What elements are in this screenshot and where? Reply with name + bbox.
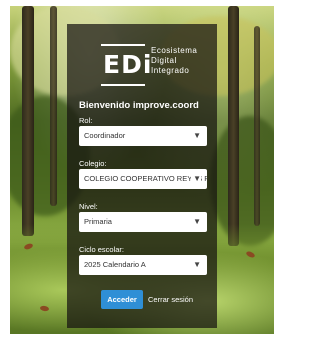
school-year-value: 2025 Calendario A <box>84 260 146 269</box>
logo-subtitle: Ecosistema Digital Integrado <box>151 46 197 76</box>
role-label: Rol: <box>79 116 93 125</box>
logo-wordmark: EDi <box>103 50 153 79</box>
role-value: Coordinador <box>84 131 126 140</box>
logo-subtitle-line: Digital <box>151 56 177 65</box>
logo-subtitle-line: Ecosistema <box>151 46 198 55</box>
level-label: Nivel: <box>79 202 98 211</box>
caret-down-icon: ▼ <box>191 217 201 226</box>
access-button[interactable]: Acceder <box>101 290 143 309</box>
school-year-label: Ciclo escolar: <box>79 245 125 254</box>
caret-down-icon: ▼ <box>191 174 201 183</box>
school-year-select[interactable]: 2025 Calendario A ▼ <box>79 255 207 275</box>
logo-subtitle-line: Integrado <box>151 66 190 75</box>
tree-trunk <box>22 6 34 236</box>
school-value: COLEGIO COOPERATIVO REYES PATRIA <box>84 174 207 183</box>
role-select[interactable]: Coordinador ▼ <box>79 126 207 146</box>
school-select[interactable]: COLEGIO COOPERATIVO REYES PATRIA ▼ <box>79 169 207 189</box>
caret-down-icon: ▼ <box>191 131 201 140</box>
level-select[interactable]: Primaria ▼ <box>79 212 207 232</box>
tree-trunk <box>254 26 260 226</box>
logout-link[interactable]: Cerrar sesión <box>148 295 193 304</box>
login-panel: EDi Ecosistema Digital Integrado Bienven… <box>67 24 217 328</box>
tree-trunk <box>228 6 239 246</box>
tree-trunk <box>50 6 57 206</box>
level-value: Primaria <box>84 217 112 226</box>
welcome-heading: Bienvenido improve.coord <box>79 100 199 111</box>
school-label: Colegio: <box>79 159 107 168</box>
caret-down-icon: ▼ <box>191 260 201 269</box>
edi-logo: EDi Ecosistema Digital Integrado <box>101 44 197 88</box>
